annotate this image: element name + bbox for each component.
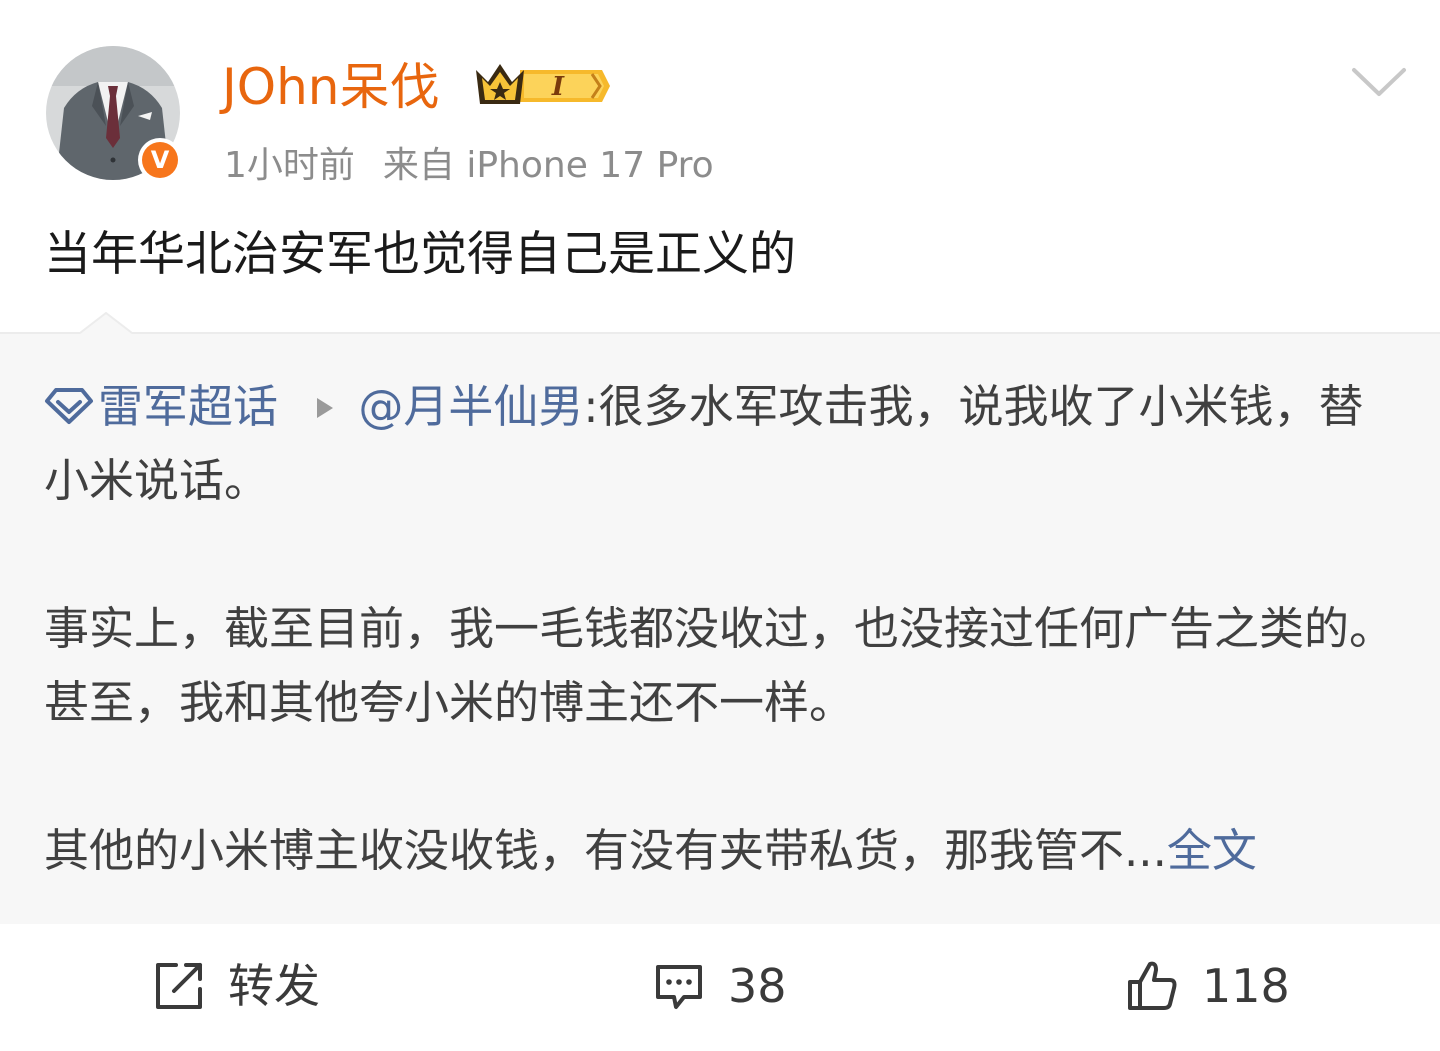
quoted-paragraph-3: 其他的小米博主收没收钱，有没有夹带私货，那我管不...全文 [44,814,1404,888]
like-button[interactable]: 118 [1124,954,1290,1018]
quoted-paragraph-2: 事实上，截至目前，我一毛钱都没收过，也没接过任何广告之类的。甚至，我和其他夸小米… [44,602,1395,729]
topic-link[interactable]: 雷军超话 [44,380,292,433]
author-name[interactable]: JOhn呆伐 [222,54,439,120]
weibo-post-card: V JOhn呆伐 I 1小时前 来自 iPhone 17 Pro 当年华北治安军也… [0,0,1440,1051]
comment-count: 38 [728,959,787,1013]
verified-badge: V [138,138,182,182]
diamond-topic-icon [45,388,93,424]
mention-link[interactable]: @月半仙男 [358,380,583,433]
chevron-down-icon[interactable] [1350,62,1408,102]
retweet-button[interactable]: 转发 [152,954,320,1018]
play-arrow-icon [317,398,334,418]
quoted-post-body: 雷军超话 @月半仙男:很多水军攻击我，说我收了小米钱，替小米说话。 事实上，截至… [44,370,1404,888]
comment-icon [656,965,702,1009]
comment-button[interactable]: 38 [652,954,787,1018]
topic-name: 雷军超话 [98,380,279,433]
post-text: 当年华北治安军也觉得自己是正义的 [44,227,796,282]
post-header: V JOhn呆伐 I 1小时前 来自 iPhone 17 Pro [0,0,1440,200]
thumbs-up-icon [1128,961,1177,1010]
quoted-paragraph-1: 雷军超话 @月半仙男:很多水军攻击我，说我收了小米钱，替小米说话。 [44,370,1404,518]
like-count: 118 [1202,959,1290,1013]
vip-level-text: I [551,72,565,102]
retweet-label: 转发 [228,959,320,1013]
retweet-icon [156,963,202,1009]
quoted-paragraph-3-text: 其他的小米博主收没收钱，有没有夹带私货，那我管不... [44,824,1167,877]
crown-level-badge-icon[interactable]: I [474,60,610,112]
post-source: 来自 iPhone 17 Pro [382,145,714,186]
post-time: 1小时前 [224,145,355,186]
quote-pointer-arrow [80,312,132,334]
post-meta: 1小时前 来自 iPhone 17 Pro [224,142,714,190]
full-text-link[interactable]: 全文 [1167,824,1257,877]
verified-v-icon: V [142,142,178,178]
action-bar: 转发 38 118 [0,924,1440,1051]
